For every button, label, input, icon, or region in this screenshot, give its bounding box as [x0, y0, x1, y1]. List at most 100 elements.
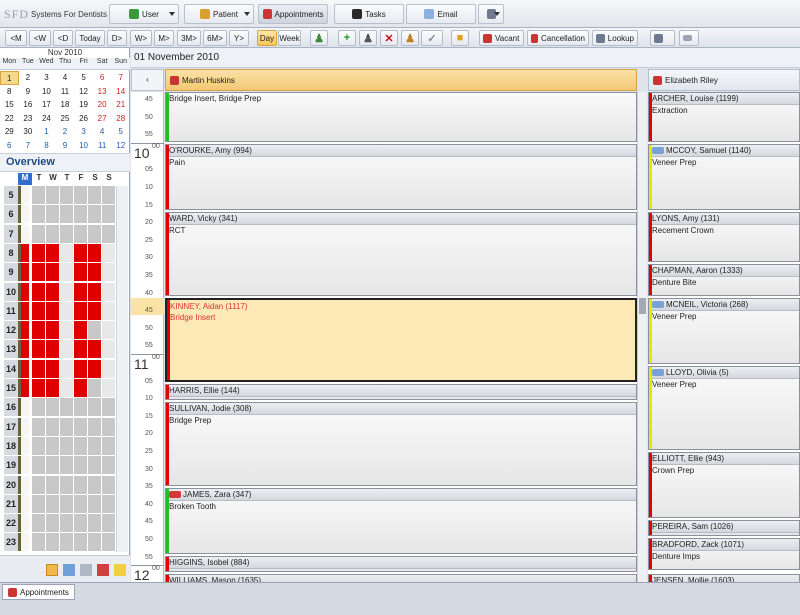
overview-cell[interactable] [74, 533, 87, 552]
overview-cell[interactable] [18, 186, 29, 204]
day-forward-button[interactable]: D> [107, 30, 127, 46]
overview-cell[interactable] [102, 224, 115, 243]
appointment[interactable]: MCCOY, Samuel (1140) Veneer Prep [648, 144, 800, 210]
month-forward-button[interactable]: M> [154, 30, 174, 46]
overview-cell[interactable] [32, 263, 45, 282]
overview-cell[interactable] [102, 321, 115, 340]
day-view-button[interactable]: Day [257, 30, 277, 46]
overview-row[interactable]: 9 [4, 263, 116, 282]
overview-cell[interactable] [74, 282, 87, 301]
overview-cell[interactable] [18, 456, 29, 475]
overview-cell[interactable] [32, 514, 45, 533]
calendar-day[interactable]: 14 [111, 85, 130, 99]
overview-cell[interactable] [46, 379, 59, 397]
overview-cell[interactable] [74, 359, 87, 378]
overview-cell[interactable] [46, 417, 59, 436]
overview-cell[interactable] [60, 456, 73, 475]
overview-cell[interactable] [88, 417, 101, 436]
overview-cell[interactable] [32, 359, 45, 378]
appointment[interactable]: BRADFORD, Zack (1071) Denture Imps [648, 538, 800, 570]
overview-cell[interactable] [88, 379, 101, 397]
calendar-day[interactable]: 12 [111, 139, 130, 153]
overview-cell[interactable] [46, 494, 59, 513]
vacant-button[interactable]: Vacant [479, 30, 524, 46]
appointments-tab[interactable]: Appointments [2, 584, 75, 600]
overview-row[interactable]: 17 [4, 417, 116, 437]
overview-cell[interactable] [18, 224, 29, 243]
contacts-icon[interactable] [97, 564, 109, 576]
overview-row[interactable]: 6 [4, 205, 116, 224]
calendar-day[interactable]: 22 [0, 112, 19, 126]
overview-cell[interactable] [74, 243, 87, 262]
tasks-menu-button[interactable]: Tasks [334, 4, 404, 24]
people-icon[interactable]: ♟ [359, 30, 377, 46]
overview-cell[interactable] [18, 321, 29, 340]
overview-cell[interactable] [18, 379, 29, 397]
calendar-day[interactable]: 20 [93, 98, 112, 112]
appointment[interactable]: Bridge Insert, Bridge Prep [165, 92, 637, 142]
day-back-button[interactable]: <D [53, 30, 73, 46]
overview-cell[interactable] [102, 301, 115, 320]
overview-cell[interactable] [88, 533, 101, 552]
overview-cell[interactable] [74, 379, 87, 397]
calendar-day[interactable]: 13 [93, 85, 112, 99]
overview-cell[interactable] [74, 456, 87, 475]
calendar-day[interactable]: 1 [0, 71, 19, 85]
calendar-day[interactable]: 11 [56, 85, 75, 99]
calendar-day[interactable]: 16 [19, 98, 38, 112]
overview-cell[interactable] [46, 359, 59, 378]
overview-cell[interactable] [60, 301, 73, 320]
overview-cell[interactable] [102, 514, 115, 533]
view-menu-button[interactable] [478, 4, 504, 24]
calendar-day[interactable]: 28 [111, 112, 130, 126]
appointment[interactable]: HARRIS, Ellie (144) [165, 384, 637, 400]
overview-cell[interactable] [60, 186, 73, 204]
overview-cell[interactable] [32, 417, 45, 436]
patient-menu-button[interactable]: Patient [184, 4, 254, 24]
calendar-day[interactable]: 12 [74, 85, 93, 99]
overview-cell[interactable] [60, 224, 73, 243]
calendar-day[interactable]: 1 [37, 125, 56, 139]
overview-cell[interactable] [60, 263, 73, 282]
overview-cell[interactable] [46, 186, 59, 204]
overview-row[interactable]: 8 [4, 243, 116, 263]
overview-cell[interactable] [74, 475, 87, 494]
overview-cell[interactable] [74, 436, 87, 455]
overview-cell[interactable] [102, 533, 115, 552]
overview-cell[interactable] [60, 533, 73, 552]
calendar-day[interactable]: 25 [56, 112, 75, 126]
overview-cell[interactable] [74, 205, 87, 224]
overview-cell[interactable] [32, 494, 45, 513]
calendar-day[interactable]: 10 [74, 139, 93, 153]
calendar-day[interactable]: 6 [93, 71, 112, 85]
overview-row[interactable]: 12 [4, 321, 116, 340]
overview-cell[interactable] [46, 205, 59, 224]
overview-cell[interactable] [74, 514, 87, 533]
calendar-day[interactable]: 21 [111, 98, 130, 112]
calendar-day[interactable]: 24 [37, 112, 56, 126]
overview-cell[interactable] [88, 456, 101, 475]
overview-cell[interactable] [88, 514, 101, 533]
calendar-day[interactable]: 11 [93, 139, 112, 153]
overview-cell[interactable] [60, 359, 73, 378]
overview-cell[interactable] [60, 379, 73, 397]
overview-row[interactable]: 15 [4, 379, 116, 398]
overview-cell[interactable] [102, 186, 115, 204]
overview-cell[interactable] [46, 243, 59, 262]
overview-cell[interactable] [88, 475, 101, 494]
appointment[interactable]: SULLIVAN, Jodie (308) Bridge Prep [165, 402, 637, 486]
overview-cell[interactable] [102, 417, 115, 436]
note-icon[interactable]: ■ [451, 30, 469, 46]
overview-cell[interactable] [102, 263, 115, 282]
overview-row[interactable]: 23 [4, 533, 116, 552]
appointment[interactable]: JAMES, Zara (347) Broken Tooth [165, 488, 637, 554]
overview-cell[interactable] [32, 340, 45, 359]
calendar-day[interactable]: 4 [93, 125, 112, 139]
appointment[interactable]: PEREIRA, Sam (1026) [648, 520, 800, 536]
calendar-day[interactable]: 4 [56, 71, 75, 85]
overview-cell[interactable] [46, 321, 59, 340]
notes-icon[interactable] [114, 564, 126, 576]
calendar-day[interactable]: 3 [74, 125, 93, 139]
appointment[interactable]: CHAPMAN, Aaron (1333) Denture Bite [648, 264, 800, 296]
overview-cell[interactable] [18, 475, 29, 494]
